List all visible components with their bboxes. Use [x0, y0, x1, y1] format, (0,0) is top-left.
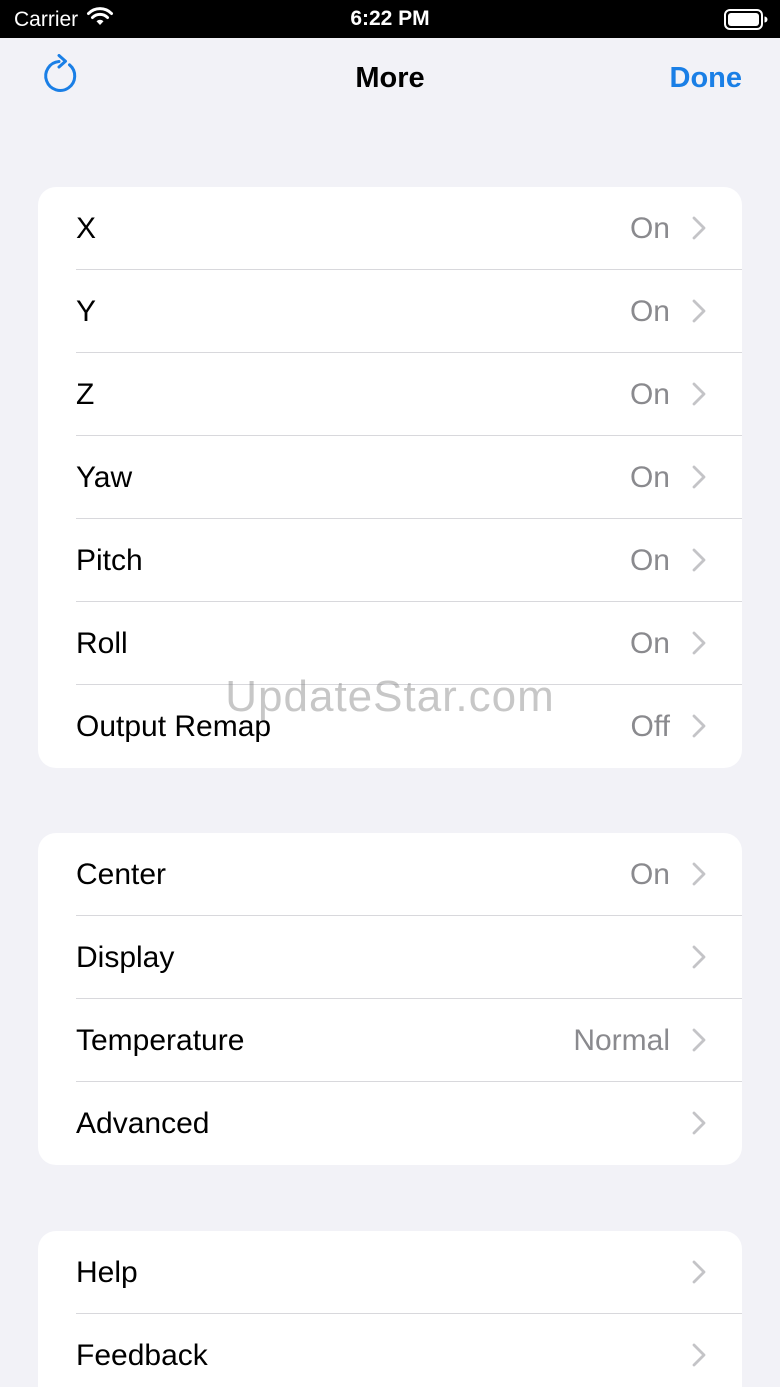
status-bar: Carrier 6:22 PM	[0, 0, 780, 38]
row-value: On	[629, 627, 670, 660]
row-label: Y	[76, 295, 97, 328]
row-label: Display	[76, 941, 175, 974]
row-value: On	[629, 461, 670, 494]
row-pitch[interactable]: Pitch On	[38, 519, 742, 602]
chevron-right-icon	[692, 714, 706, 738]
row-label: Pitch	[76, 544, 143, 577]
row-value: Off	[630, 710, 670, 743]
chevron-right-icon	[692, 1111, 706, 1135]
row-y[interactable]: Y On	[38, 270, 742, 353]
settings-group-support: Help Feedback	[38, 1231, 742, 1387]
battery-icon	[724, 9, 768, 36]
row-feedback[interactable]: Feedback	[38, 1314, 742, 1387]
row-label: Help	[76, 1256, 138, 1289]
chevron-right-icon	[692, 548, 706, 572]
chevron-right-icon	[692, 1260, 706, 1284]
row-value: On	[629, 212, 670, 245]
chevron-right-icon	[692, 216, 706, 240]
row-label: Output Remap	[76, 710, 272, 743]
row-z[interactable]: Z On	[38, 353, 742, 436]
row-label: Feedback	[76, 1339, 208, 1372]
row-roll[interactable]: Roll On	[38, 602, 742, 685]
page-title: More	[355, 62, 425, 94]
settings-group-general: Center On Display Temperature Normal Adv…	[38, 833, 742, 1165]
row-value: On	[629, 295, 670, 328]
row-label: Temperature	[76, 1024, 245, 1057]
chevron-right-icon	[692, 1028, 706, 1052]
row-label: Z	[76, 378, 95, 411]
chevron-right-icon	[692, 382, 706, 406]
row-label: Yaw	[76, 461, 133, 494]
row-output-remap[interactable]: Output Remap Off	[38, 685, 742, 768]
row-value: Normal	[573, 1024, 670, 1057]
row-x[interactable]: X On	[38, 187, 742, 270]
settings-group-axes: X On Y On Z On Yaw On Pitch On Roll On O…	[38, 187, 742, 768]
row-value: On	[629, 544, 670, 577]
status-time: 6:22 PM	[350, 7, 430, 30]
navigation-bar: More Done	[0, 38, 780, 122]
chevron-right-icon	[692, 299, 706, 323]
row-advanced[interactable]: Advanced	[38, 1082, 742, 1165]
chevron-right-icon	[692, 1343, 706, 1367]
row-value: On	[629, 858, 670, 891]
row-label: X	[76, 212, 97, 245]
row-center[interactable]: Center On	[38, 833, 742, 916]
done-button[interactable]: Done	[670, 62, 743, 95]
row-temperature[interactable]: Temperature Normal	[38, 999, 742, 1082]
row-help[interactable]: Help	[38, 1231, 742, 1314]
chevron-right-icon	[692, 631, 706, 655]
row-label: Roll	[76, 627, 128, 660]
chevron-right-icon	[692, 945, 706, 969]
row-yaw[interactable]: Yaw On	[38, 436, 742, 519]
chevron-right-icon	[692, 465, 706, 489]
row-value: On	[629, 378, 670, 411]
row-display[interactable]: Display	[38, 916, 742, 999]
chevron-right-icon	[692, 862, 706, 886]
row-label: Center	[76, 858, 167, 891]
row-label: Advanced	[76, 1107, 210, 1140]
